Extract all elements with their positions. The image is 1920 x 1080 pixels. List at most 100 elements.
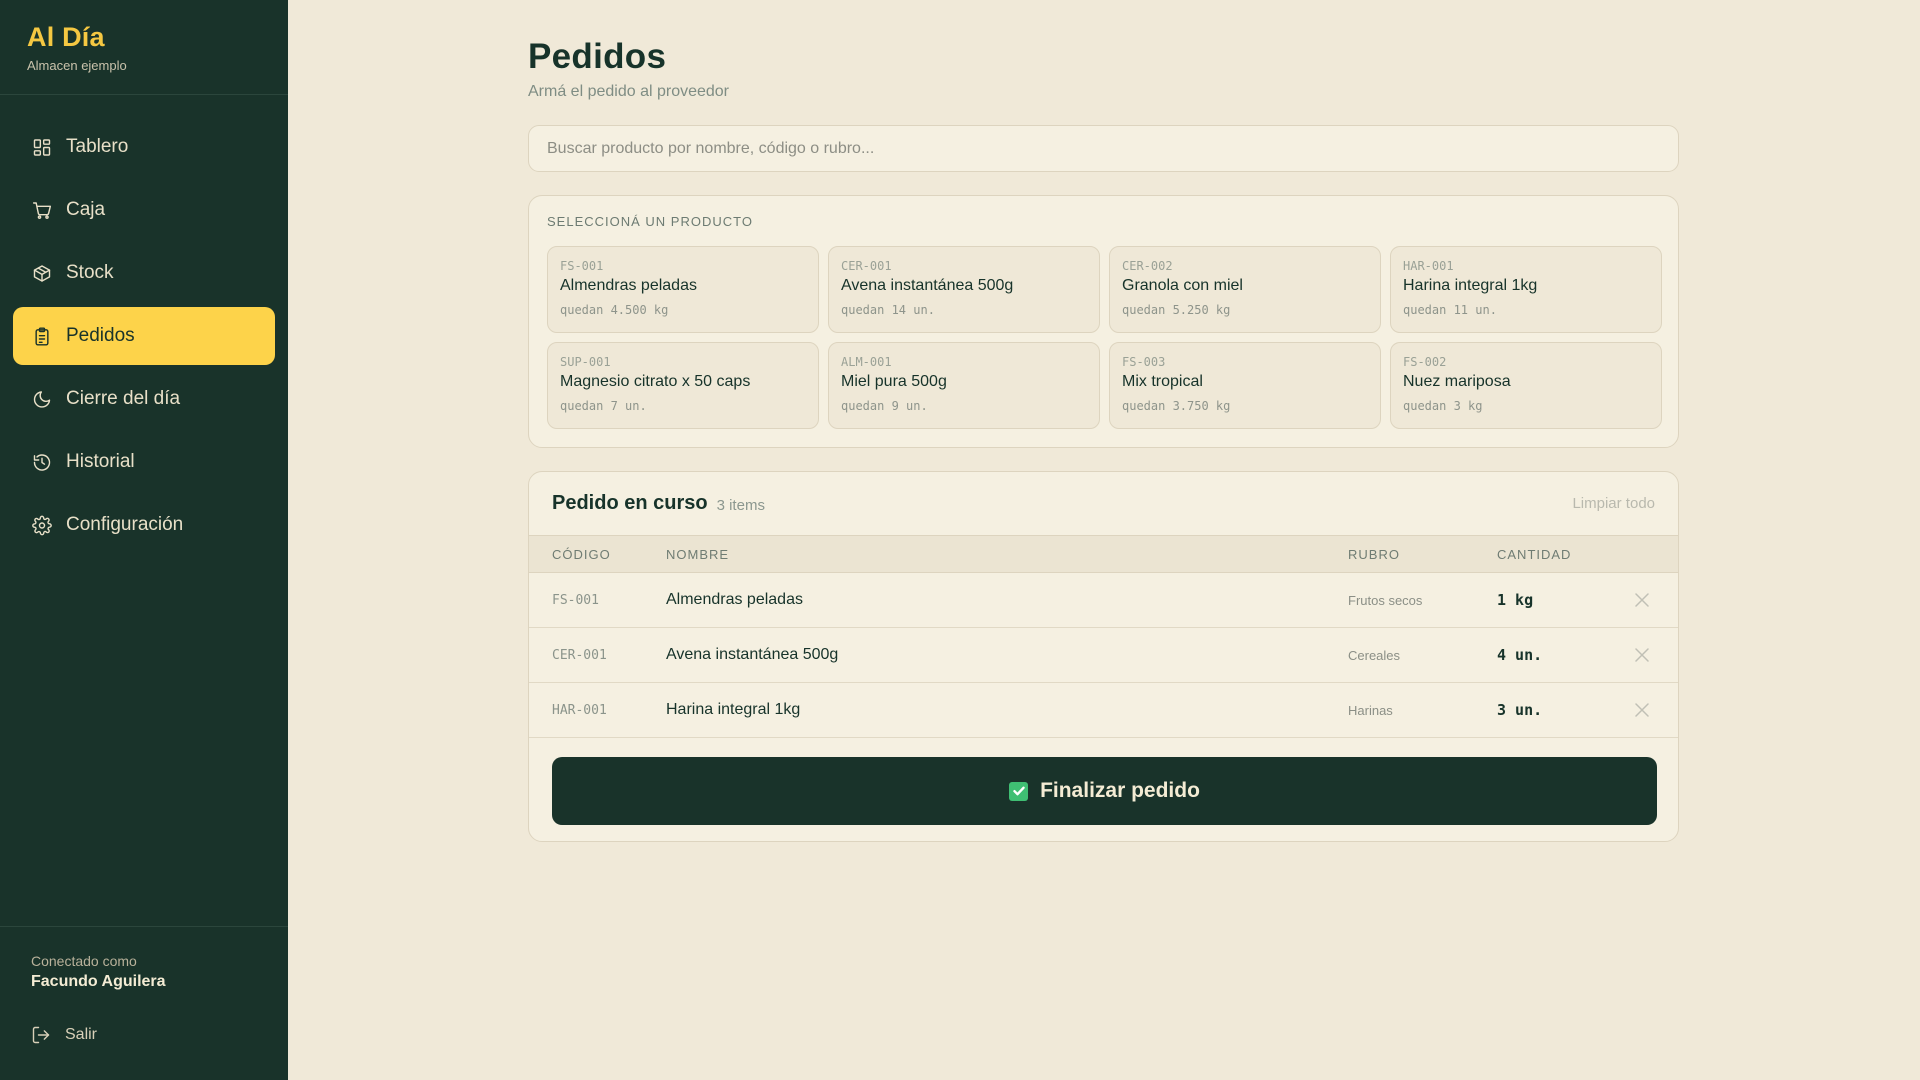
remove-item-button[interactable] xyxy=(1627,593,1657,607)
product-tile[interactable]: SUP-001 Magnesio citrato x 50 caps queda… xyxy=(547,342,819,429)
moon-icon xyxy=(32,389,52,409)
row-rubro: Harinas xyxy=(1348,702,1393,718)
main-content: Pedidos Armá el pedido al proveedor SELE… xyxy=(528,0,1680,842)
sidebar-footer: Conectado como Facundo Aguilera Salir xyxy=(0,926,288,1080)
product-tile[interactable]: FS-002 Nuez mariposa quedan 3 kg xyxy=(1390,342,1662,429)
row-code: HAR-001 xyxy=(552,702,607,718)
product-code: CER-001 xyxy=(841,259,892,273)
product-code: CER-002 xyxy=(1122,259,1173,273)
product-code: SUP-001 xyxy=(560,355,611,369)
product-name: Harina integral 1kg xyxy=(1403,277,1538,294)
logout-icon xyxy=(32,1026,50,1044)
page-subtitle: Armá el pedido al proveedor xyxy=(528,83,730,100)
nav-item-label: Stock xyxy=(66,262,114,283)
row-name: Avena instantánea 500g xyxy=(666,646,839,663)
nav-item-label: Pedidos xyxy=(66,325,135,346)
product-tile[interactable]: FS-001 Almendras peladas quedan 4.500 kg xyxy=(547,246,819,333)
product-stock: quedan 4.500 kg xyxy=(560,303,669,317)
product-name: Almendras peladas xyxy=(560,277,697,294)
order-header: Pedido en curso 3 items Limpiar todo xyxy=(529,472,1678,536)
product-stock: quedan 3 kg xyxy=(1403,399,1483,413)
product-selector: SELECCIONÁ UN PRODUCTO FS-001 Almendras … xyxy=(528,195,1679,448)
product-code: FS-001 xyxy=(560,259,604,273)
product-section-label: SELECCIONÁ UN PRODUCTO xyxy=(547,214,753,229)
table-row: HAR-001 Harina integral 1kg Harinas 3 un… xyxy=(529,683,1678,738)
nav-item-stock[interactable]: Stock xyxy=(13,244,275,302)
dashboard-icon xyxy=(32,137,52,157)
table-row: FS-001 Almendras peladas Frutos secos 1 … xyxy=(529,573,1678,628)
product-stock: quedan 5.250 kg xyxy=(1122,303,1231,317)
product-tile[interactable]: FS-003 Mix tropical quedan 3.750 kg xyxy=(1109,342,1381,429)
nav-item-label: Tablero xyxy=(66,136,129,157)
row-name: Harina integral 1kg xyxy=(666,701,801,718)
product-stock: quedan 9 un. xyxy=(841,399,928,413)
nav-item-cierre[interactable]: Cierre del día xyxy=(13,370,275,428)
checkbox-check-icon xyxy=(1009,781,1029,801)
order-item-count: 3 items xyxy=(716,496,765,514)
product-stock: quedan 3.750 kg xyxy=(1122,399,1231,413)
row-quantity: 4 un. xyxy=(1497,646,1543,664)
row-name: Almendras peladas xyxy=(666,591,803,608)
product-name: Magnesio citrato x 50 caps xyxy=(560,373,751,390)
product-name: Miel pura 500g xyxy=(841,373,947,390)
brand: Al Día Almacen ejemplo xyxy=(0,0,288,95)
history-icon xyxy=(32,452,52,472)
logout-button[interactable]: Salir xyxy=(31,1025,257,1045)
search-input[interactable] xyxy=(528,125,1679,172)
product-grid: FS-001 Almendras peladas quedan 4.500 kg… xyxy=(547,246,1662,429)
logout-label: Salir xyxy=(65,1026,98,1043)
nav-item-pedidos[interactable]: Pedidos xyxy=(13,307,275,365)
main-nav: Tablero Caja Stock Pedidos Cierre del dí… xyxy=(0,95,288,554)
close-icon xyxy=(1635,593,1649,607)
gear-icon xyxy=(32,515,52,535)
column-header-quantity: CANTIDAD xyxy=(1497,546,1572,562)
clear-all-button[interactable]: Limpiar todo xyxy=(1572,495,1655,512)
product-stock: quedan 11 un. xyxy=(1403,303,1497,317)
column-header-code: CÓDIGO xyxy=(552,546,611,562)
connected-label: Conectado como xyxy=(31,953,137,969)
brand-subtitle: Almacen ejemplo xyxy=(27,58,127,73)
table-row: CER-001 Avena instantánea 500g Cereales … xyxy=(529,628,1678,683)
product-code: FS-003 xyxy=(1122,355,1166,369)
nav-item-caja[interactable]: Caja xyxy=(13,181,275,239)
product-tile[interactable]: ALM-001 Miel pura 500g quedan 9 un. xyxy=(828,342,1100,429)
product-name: Mix tropical xyxy=(1122,373,1203,390)
nav-item-label: Historial xyxy=(66,451,135,472)
connected-user: Facundo Aguilera xyxy=(31,973,166,990)
close-icon xyxy=(1635,703,1649,717)
order-table-header: CÓDIGO NOMBRE RUBRO CANTIDAD xyxy=(529,536,1678,573)
column-header-name: NOMBRE xyxy=(666,546,730,562)
nav-item-label: Caja xyxy=(66,199,106,220)
nav-item-configuracion[interactable]: Configuración xyxy=(13,496,275,554)
product-name: Granola con miel xyxy=(1122,277,1243,294)
product-code: FS-002 xyxy=(1403,355,1447,369)
box-icon xyxy=(32,263,52,283)
remove-item-button[interactable] xyxy=(1627,703,1657,717)
finish-order-button[interactable]: Finalizar pedido xyxy=(552,757,1657,825)
clipboard-icon xyxy=(32,326,52,346)
product-tile[interactable]: CER-001 Avena instantánea 500g quedan 14… xyxy=(828,246,1100,333)
row-rubro: Frutos secos xyxy=(1348,592,1423,608)
page-title: Pedidos xyxy=(528,37,667,76)
product-stock: quedan 7 un. xyxy=(560,399,647,413)
finish-order-label: Finalizar pedido xyxy=(1040,779,1200,802)
close-icon xyxy=(1635,648,1649,662)
row-code: CER-001 xyxy=(552,647,607,663)
nav-item-tablero[interactable]: Tablero xyxy=(13,118,275,176)
row-quantity: 1 kg xyxy=(1497,591,1534,609)
product-tile[interactable]: HAR-001 Harina integral 1kg quedan 11 un… xyxy=(1390,246,1662,333)
product-stock: quedan 14 un. xyxy=(841,303,935,317)
cart-icon xyxy=(32,200,52,220)
nav-item-historial[interactable]: Historial xyxy=(13,433,275,491)
nav-item-label: Configuración xyxy=(66,514,184,535)
sidebar: Al Día Almacen ejemplo Tablero Caja Stoc… xyxy=(0,0,288,1080)
row-quantity: 3 un. xyxy=(1497,701,1543,719)
current-order: Pedido en curso 3 items Limpiar todo CÓD… xyxy=(528,471,1679,842)
product-name: Avena instantánea 500g xyxy=(841,277,1014,294)
row-code: FS-001 xyxy=(552,592,599,608)
nav-item-label: Cierre del día xyxy=(66,388,181,409)
remove-item-button[interactable] xyxy=(1627,648,1657,662)
product-tile[interactable]: CER-002 Granola con miel quedan 5.250 kg xyxy=(1109,246,1381,333)
brand-title: Al Día xyxy=(27,22,105,52)
product-code: ALM-001 xyxy=(841,355,892,369)
